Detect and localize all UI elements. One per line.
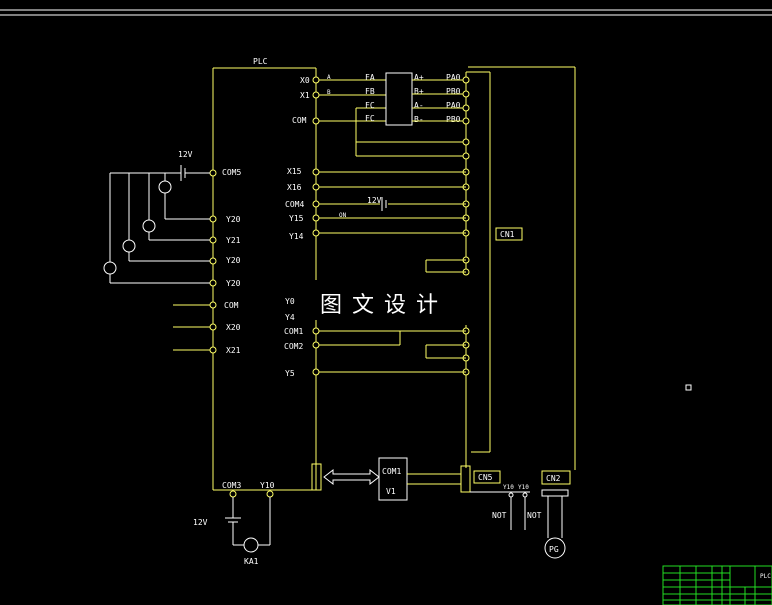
schematic-canvas: PLC X0 X1 COM A B FA FB FC FC A+ B+ A- B… [0,9,772,605]
plc-y4: Y4 [285,313,295,322]
voltage-top: 12V [178,150,193,159]
plc-x20: X20 [226,323,241,332]
plc-y15: Y15 [289,214,304,223]
plc-y10: Y10 [260,481,275,490]
enc-pin-0: PA0 [446,73,461,82]
relay-circuit: COM3 Y10 12V KA1 [193,481,275,566]
enc-sig-3: FC [365,114,375,123]
enc-sig-2: FC [365,101,375,110]
plc-input-x1: X1 [300,91,310,100]
pg-label: PG [549,545,559,554]
title-block: PLC [662,565,772,605]
not-left: NOT [492,511,507,520]
enc-pin-2: PA0 [446,101,461,110]
a-label: A [327,74,331,81]
drawing-frame [0,9,772,16]
plc-com: COM [224,301,239,310]
plc-x16: X16 [287,183,302,192]
plc-y20-b: Y20 [226,256,241,265]
plc-y21: Y21 [226,236,241,245]
plc-com1: COM1 [284,327,303,336]
plc-com5: COM5 [222,168,241,177]
enc-sig-1: FB [365,87,375,96]
plc-y20-c: Y20 [226,279,241,288]
enc-out-3: B- [414,115,424,124]
enc-out-1: B+ [414,87,424,96]
lamp-circuit: 12V [103,150,210,284]
plc-y20-a: Y20 [226,215,241,224]
enc-pin-1: PB0 [446,87,461,96]
plc-input-com: COM [292,116,307,125]
encoder-block: FA FB FC FC A+ B+ A- B- PA0 PB0 PA0 PB0 [365,72,466,126]
y10-switches: Y10 Y10 NOT NOT [470,484,542,530]
plc-y0: Y0 [285,297,295,306]
plc-input-x0: X0 [300,76,310,85]
connector-cn5: CN5 [478,473,493,482]
plc-com4: COM4 [285,200,304,209]
module-com1: COM1 [382,467,401,476]
enc-out-0: A+ [414,73,424,82]
voltage-bottom: 12V [193,518,208,527]
plc-right-io: X15 X16 COM4 Y15 Y14 12V ON [285,167,466,241]
plc-y14: Y14 [289,232,304,241]
relay-ka1: KA1 [244,557,259,566]
b-label: B [327,89,331,96]
plc-com3: COM3 [222,481,241,490]
connector-cn2: CN2 [546,474,561,483]
plc-x21: X21 [226,346,241,355]
plc-x15: X15 [287,167,302,176]
enc-out-2: A- [414,101,424,110]
plc-label: PLC [253,57,268,66]
title-block-text: PLC [760,573,771,580]
plc-com2: COM2 [284,342,303,351]
on-label: ON [339,212,347,219]
plc-inputs: X0 X1 COM A B [292,74,466,157]
connector-cn1: CN1 [500,230,515,239]
not-right: NOT [527,511,542,520]
y10-left: Y10 [503,484,514,491]
pg-encoder: CN2 PG [541,470,571,559]
y10-right: Y10 [518,484,529,491]
plc-y5: Y5 [285,369,295,378]
module-block: COM1 V1 CN5 [311,457,501,501]
watermark: 图文设计 [320,293,448,318]
servo-bus: CN1 [465,66,576,470]
voltage-mid: 12V [367,196,382,205]
marker-square [685,384,692,391]
module-v1: V1 [386,487,396,496]
enc-sig-0: FA [365,73,375,82]
enc-pin-3: PB0 [446,115,461,124]
